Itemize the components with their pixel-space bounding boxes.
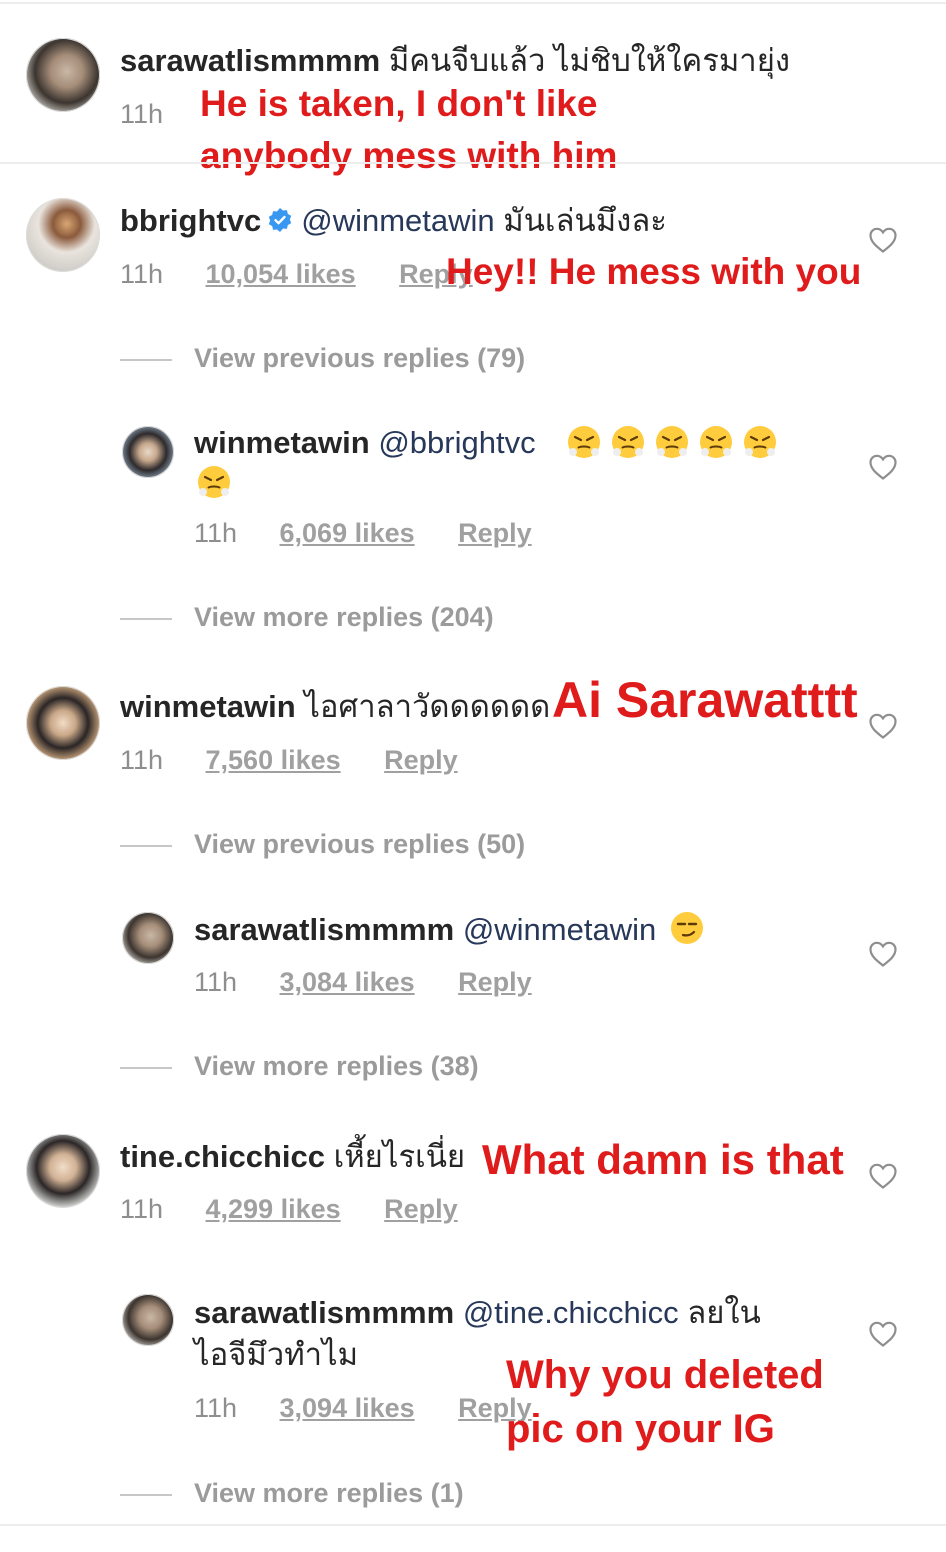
avatar-sarawatlismmmm[interactable] [122,1294,174,1346]
reply-meta: 11h 3,084 likes Reply [194,966,532,998]
comment-meta: 11h 4,299 likes Reply [120,1193,458,1225]
divider [0,162,946,164]
translation-line: anybody mess with him [200,135,618,176]
likes-count-link[interactable]: 10,054 likes [206,259,356,289]
comment-meta: 11h [120,98,198,130]
like-heart-icon[interactable] [868,940,898,968]
mention-link[interactable]: @winmetawin [463,912,656,947]
mention-link[interactable]: @bbrightvc [378,425,535,460]
comment-text: ไอศาลาวัดดดดดด [304,689,551,724]
reply-line: sarawatlismmmm @winmetawin [194,910,713,949]
translation-line: pic on your IG [506,1407,775,1451]
translation-overlay: He is taken, I don't like anybody mess w… [200,78,617,182]
avatar-bbrightvc[interactable] [26,198,100,272]
timestamp: 11h [194,1393,238,1423]
like-heart-icon[interactable] [868,226,898,254]
likes-count-link[interactable]: 3,094 likes [280,1393,415,1423]
reply-thread-line [120,617,172,620]
face-with-steam-emoji-icon [196,464,232,500]
username-link[interactable]: bbrightvc [120,203,261,238]
avatar-winmetawin[interactable] [26,686,100,760]
username-link[interactable]: sarawatlismmmm [194,1295,454,1330]
divider-bottom [0,1524,946,1526]
likes-count-link[interactable]: 3,084 likes [280,967,415,997]
translation-overlay: What damn is that [482,1136,844,1183]
reply-line: sarawatlismmmm @tine.chicchicc ลยใน [194,1294,761,1332]
timestamp: 11h [194,518,238,548]
username-link[interactable]: winmetawin [120,689,296,724]
like-heart-icon[interactable] [868,1162,898,1190]
reply-thread-line [120,358,172,361]
reply-thread-line [120,1493,172,1496]
translation-line: Why you deleted [506,1353,824,1397]
emoji-row [196,464,240,500]
avatar-tine-chicchicc[interactable] [26,1134,100,1208]
face-with-steam-emoji-icon [610,424,646,460]
reply-line: winmetawin @bbrightvc [194,424,536,462]
mention-link[interactable]: @tine.chicchicc [463,1295,679,1330]
likes-count-link[interactable]: 6,069 likes [280,518,415,548]
avatar-sarawatlismmmm[interactable] [26,38,100,112]
username-link[interactable]: sarawatlismmmm [120,43,380,78]
face-with-steam-emoji-icon [742,424,778,460]
view-more-replies-button[interactable]: View more replies (204) [120,601,494,633]
reply-text: ลยใน [687,1295,761,1330]
view-more-replies-button[interactable]: View more replies (38) [120,1050,479,1082]
face-with-steam-emoji-icon [698,424,734,460]
comment-line: winmetawin ไอศาลาวัดดดดดด [120,688,550,726]
reply-button[interactable]: Reply [458,518,532,548]
likes-count-link[interactable]: 7,560 likes [206,745,341,775]
timestamp: 11h [120,259,164,289]
reply-text-line2: ไอจีมึวทำไม [194,1337,359,1372]
smirking-face-emoji-icon [669,910,705,946]
comment-text: มันเล่นมึงละ [503,203,667,238]
view-previous-replies-button[interactable]: View previous replies (50) [120,828,525,860]
view-previous-replies-button[interactable]: View previous replies (79) [120,342,525,374]
timestamp: 11h [120,99,164,129]
comment-text: มีคนจีบแล้ว ไม่ชิบให้ใครมายุ่ง [388,43,790,78]
face-with-steam-emoji-icon [566,424,602,460]
reply-thread-line [120,1066,172,1069]
mention-link[interactable]: @winmetawin [301,203,494,238]
translation-line: He is taken, I don't like [200,83,598,124]
reply-button[interactable]: Reply [384,745,458,775]
reply-meta: 11h 6,069 likes Reply [194,517,532,549]
reply-button[interactable]: Reply [384,1194,458,1224]
username-link[interactable]: tine.chicchicc [120,1139,325,1174]
username-link[interactable]: sarawatlismmmm [194,912,454,947]
verified-badge-icon [269,208,292,232]
timestamp: 11h [194,967,238,997]
timestamp: 11h [120,745,164,775]
reply-meta: 11h 3,094 likes Reply [194,1392,532,1424]
comment-line: sarawatlismmmm มีคนจีบแล้ว ไม่ชิบให้ใครม… [120,42,790,80]
divider-top [0,2,946,4]
comment-meta: 11h 7,560 likes Reply [120,744,458,776]
likes-count-link[interactable]: 4,299 likes [206,1194,341,1224]
username-link[interactable]: winmetawin [194,425,370,460]
like-heart-icon[interactable] [868,712,898,740]
like-heart-icon[interactable] [868,1320,898,1348]
avatar-sarawatlismmmm[interactable] [122,912,174,964]
reply-thread-line [120,844,172,847]
avatar-winmetawin[interactable] [122,426,174,478]
view-more-replies-button[interactable]: View more replies (1) [120,1477,464,1509]
translation-overlay: Why you deleted pic on your IG [506,1348,824,1456]
face-with-steam-emoji-icon [654,424,690,460]
translation-overlay: Hey!! He mess with you [446,251,862,292]
emoji-row [566,424,786,460]
translation-overlay: Ai Sarawatttt [552,672,858,728]
comment-line: tine.chicchicc เหี้ยไรเนี่ย [120,1138,465,1176]
comment-meta: 11h 10,054 likes Reply [120,258,473,290]
reply-button[interactable]: Reply [458,967,532,997]
comment-text: เหี้ยไรเนี่ย [333,1139,466,1174]
timestamp: 11h [120,1194,164,1224]
comment-line: bbrightvc @winmetawin มันเล่นมึงละ [120,202,667,240]
like-heart-icon[interactable] [868,453,898,481]
